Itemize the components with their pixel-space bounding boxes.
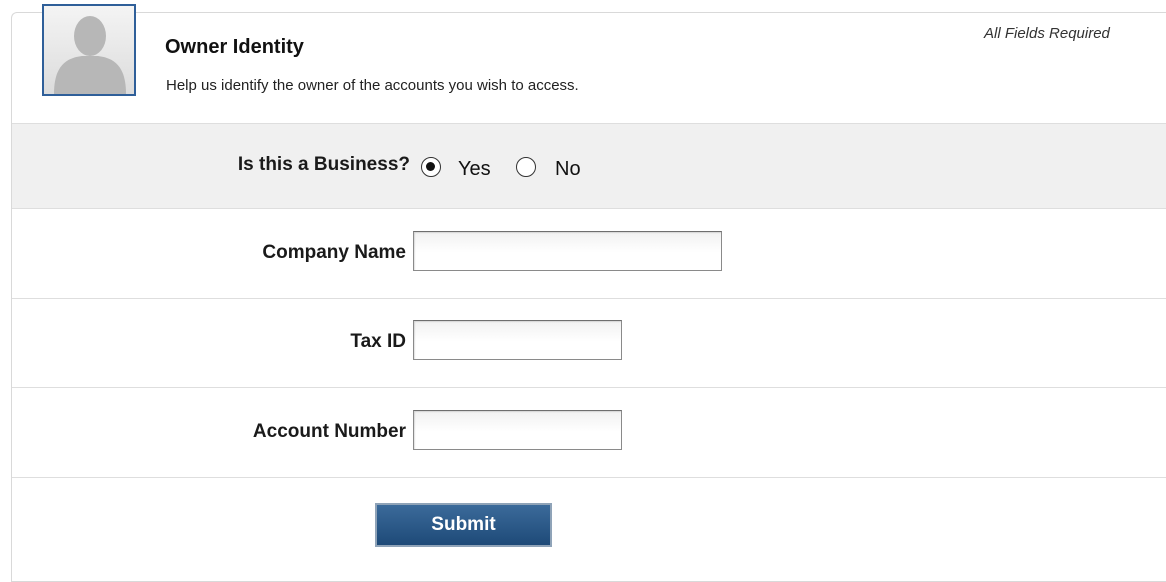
required-fields-note: All Fields Required <box>984 25 1110 42</box>
business-question-row: Is this a Business? Yes No <box>12 123 1166 208</box>
business-no-label[interactable]: No <box>555 158 581 181</box>
page-subtitle: Help us identify the owner of the accoun… <box>166 77 579 94</box>
submit-row <box>12 477 1166 574</box>
account-number-row: Account Number <box>12 387 1166 477</box>
business-yes-radio[interactable] <box>421 157 441 177</box>
account-number-label: Account Number <box>252 421 406 442</box>
tax-id-input[interactable] <box>413 320 622 360</box>
avatar <box>42 4 136 96</box>
company-name-label: Company Name <box>262 242 406 263</box>
business-yes-label[interactable]: Yes <box>458 158 491 181</box>
account-number-input[interactable] <box>413 410 622 450</box>
person-silhouette-icon <box>54 16 126 94</box>
submit-button[interactable]: Submit <box>375 503 552 547</box>
tax-id-row: Tax ID <box>12 298 1166 387</box>
business-question-label: Is this a Business? <box>237 154 410 175</box>
business-no-radio[interactable] <box>516 157 536 177</box>
company-name-row: Company Name <box>12 208 1166 298</box>
page-title: Owner Identity <box>165 36 304 58</box>
company-name-input[interactable] <box>413 231 722 271</box>
tax-id-label: Tax ID <box>350 331 406 352</box>
